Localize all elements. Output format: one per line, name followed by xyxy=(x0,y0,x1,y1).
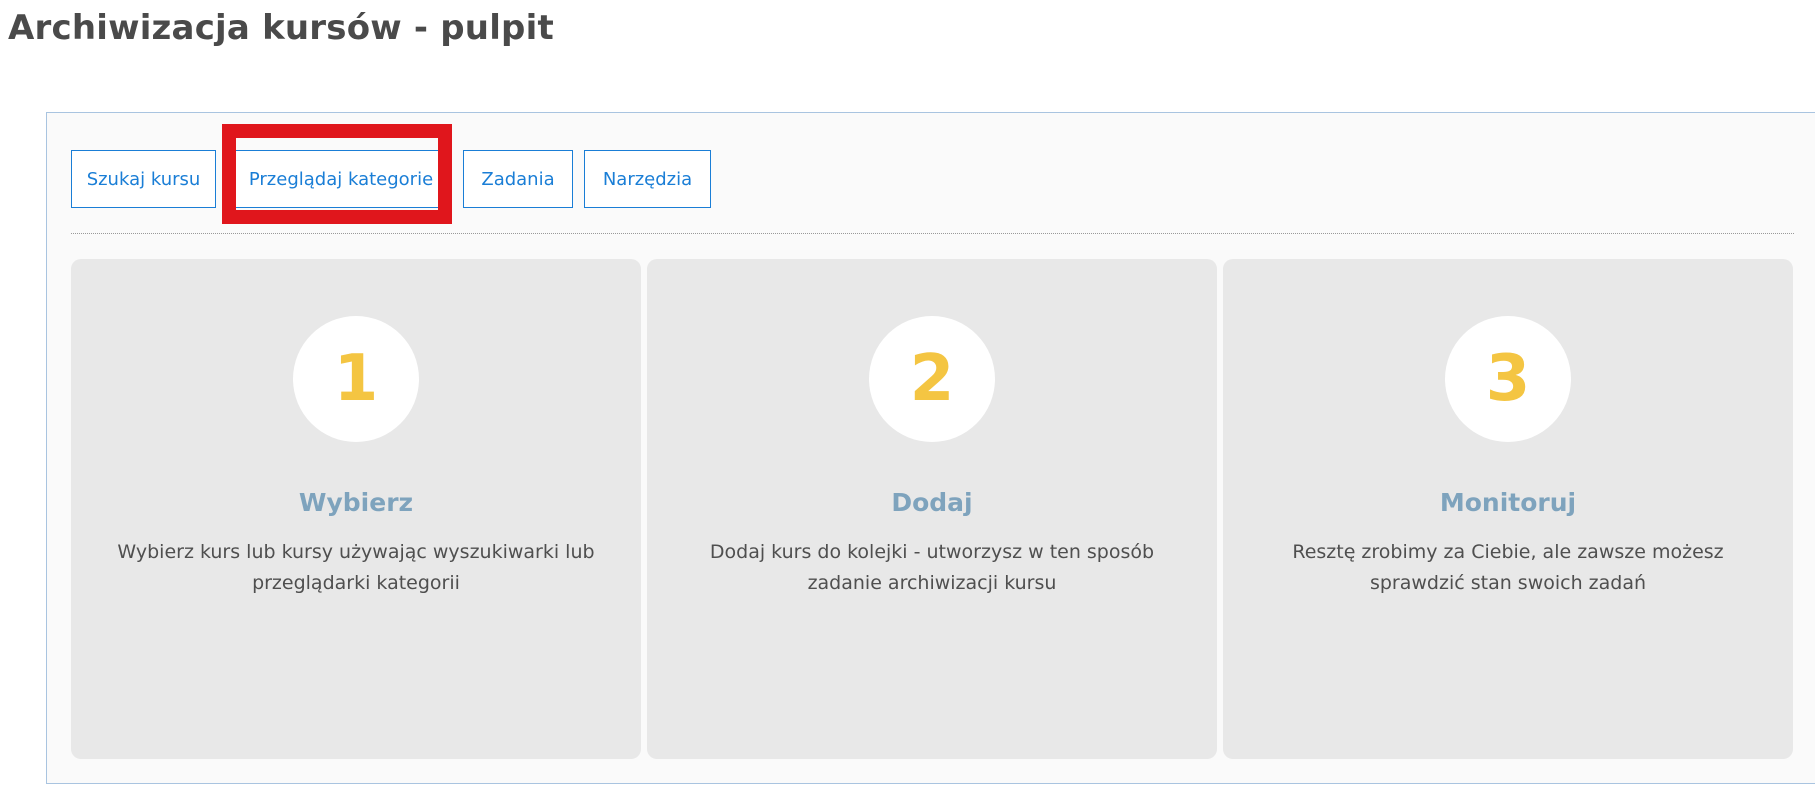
step-number-circle: 1 xyxy=(293,316,419,442)
tab-browse-categories[interactable]: Przeglądaj kategorie xyxy=(232,150,450,208)
step-number: 3 xyxy=(1485,342,1531,416)
tab-search-course[interactable]: Szukaj kursu xyxy=(71,150,216,208)
page: Archiwizacja kursów - pulpit Szukaj kurs… xyxy=(0,0,1815,801)
step-description: Wybierz kurs lub kursy używając wyszukiw… xyxy=(117,541,595,594)
step-number-circle: 2 xyxy=(869,316,995,442)
step-description: Dodaj kurs do kolejki - utworzysz w ten … xyxy=(709,541,1155,594)
step-title: Wybierz xyxy=(298,488,414,517)
step-card-add: 2 Dodaj Dodaj kurs do kolejki - utworzys… xyxy=(647,259,1217,759)
step-title: Monitoruj xyxy=(1439,488,1577,517)
tab-tasks[interactable]: Zadania xyxy=(463,150,573,208)
step-number: 1 xyxy=(333,342,379,416)
step-number: 2 xyxy=(909,342,955,416)
tab-tools[interactable]: Narzędzia xyxy=(584,150,711,208)
step-number-circle: 3 xyxy=(1445,316,1571,442)
divider xyxy=(71,233,1794,234)
page-title: Archiwizacja kursów - pulpit xyxy=(8,8,554,48)
step-card-choose: 1 Wybierz Wybierz kurs lub kursy używają… xyxy=(71,259,641,759)
step-description: Resztę zrobimy za Ciebie, ale zawsze moż… xyxy=(1292,541,1724,594)
step-title: Dodaj xyxy=(891,488,973,517)
step-card-monitor: 3 Monitoruj Resztę zrobimy za Ciebie, al… xyxy=(1223,259,1793,759)
